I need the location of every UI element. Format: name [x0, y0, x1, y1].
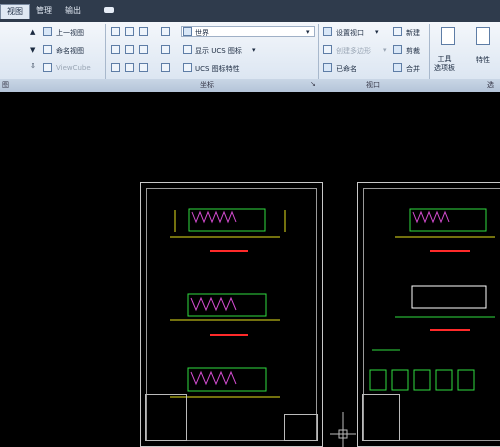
viewport-dropdown-icon[interactable]: ▾ [375, 28, 379, 36]
tab-output[interactable]: 输出 [65, 5, 81, 16]
ucs-apply-icon[interactable] [161, 63, 170, 72]
panel-label-viewports: 视口 [366, 81, 380, 89]
tool-palettes-icon [441, 27, 455, 45]
panel-label-tools: 选 [487, 81, 494, 89]
named-viewports-button[interactable]: 已命名 [336, 64, 357, 74]
title-block-right [362, 394, 400, 441]
ribbon-tab-bar: 视图 管理 输出 [0, 0, 500, 22]
viewcube-button[interactable]: ViewCube [56, 64, 91, 72]
join-viewport-button[interactable]: 合并 [406, 64, 420, 74]
previous-view-icon [43, 27, 52, 36]
properties-icon [476, 27, 490, 45]
previous-view-button[interactable]: 上一视图 [56, 28, 84, 38]
ucs-z-icon[interactable] [139, 45, 148, 54]
viewport-config-button[interactable]: 设置视口 [336, 28, 364, 38]
ucs-view-icon[interactable] [139, 27, 148, 36]
clip-viewport-button[interactable]: 剪裁 [406, 46, 420, 56]
show-ucs-icon [183, 45, 192, 54]
ucs-zaxis-icon[interactable] [125, 63, 134, 72]
polygon-viewport-icon [323, 45, 332, 54]
scroll-up-icon[interactable]: ▲ [30, 28, 35, 36]
viewcube-icon [43, 63, 52, 72]
clip-viewport-icon [393, 45, 402, 54]
panel-title-bar: 图 坐标 ↘ 视口 选 [0, 79, 500, 93]
chevron-down-icon[interactable]: ▾ [306, 28, 310, 36]
ucs-icon[interactable] [111, 27, 120, 36]
show-ucs-dropdown-icon[interactable]: ▾ [252, 46, 256, 54]
stamp-block [284, 414, 318, 441]
properties-button[interactable]: 特性 [476, 55, 490, 65]
named-views-button[interactable]: 命名视图 [56, 46, 84, 56]
tool-palettes-button[interactable]: 工具 选项板 [434, 55, 455, 73]
viewport-config-icon [323, 27, 332, 36]
panel-expand-icon[interactable]: ⇩ [30, 62, 36, 70]
ucs-origin-icon[interactable] [125, 27, 134, 36]
world-icon [183, 27, 192, 36]
panel-label-fragment: 图 [2, 81, 9, 89]
ucs-x-icon[interactable] [111, 45, 120, 54]
polygon-viewport-button[interactable]: 创建多边形 [336, 46, 371, 56]
ucs-properties-icon [183, 63, 192, 72]
new-viewport-icon [393, 27, 402, 36]
minimize-ribbon-icon[interactable] [104, 7, 114, 13]
named-viewports-icon [323, 63, 332, 72]
ucs-y-icon[interactable] [125, 45, 134, 54]
world-value: 世界 [195, 29, 209, 37]
title-block [145, 394, 187, 441]
ucs-3point-icon[interactable] [161, 45, 170, 54]
scroll-down-icon[interactable]: ▼ [30, 46, 35, 54]
tab-manage[interactable]: 管理 [36, 5, 52, 16]
tab-view[interactable]: 视图 [0, 4, 30, 19]
polygon-dropdown-icon[interactable]: ▾ [383, 46, 387, 54]
show-ucs-button[interactable]: 显示 UCS 图标 [195, 46, 242, 56]
named-views-icon [43, 45, 52, 54]
ucs-object-icon[interactable] [161, 27, 170, 36]
ucs-named-icon[interactable] [139, 63, 148, 72]
panel-label-coordinates: 坐标 [200, 81, 214, 89]
join-viewport-icon [393, 63, 402, 72]
panel-dialog-launcher-icon[interactable]: ↘ [310, 80, 316, 88]
new-viewport-button[interactable]: 新建 [406, 28, 420, 38]
ucs-face-icon[interactable] [111, 63, 120, 72]
ucs-properties-button[interactable]: UCS 图标特性 [195, 64, 240, 74]
